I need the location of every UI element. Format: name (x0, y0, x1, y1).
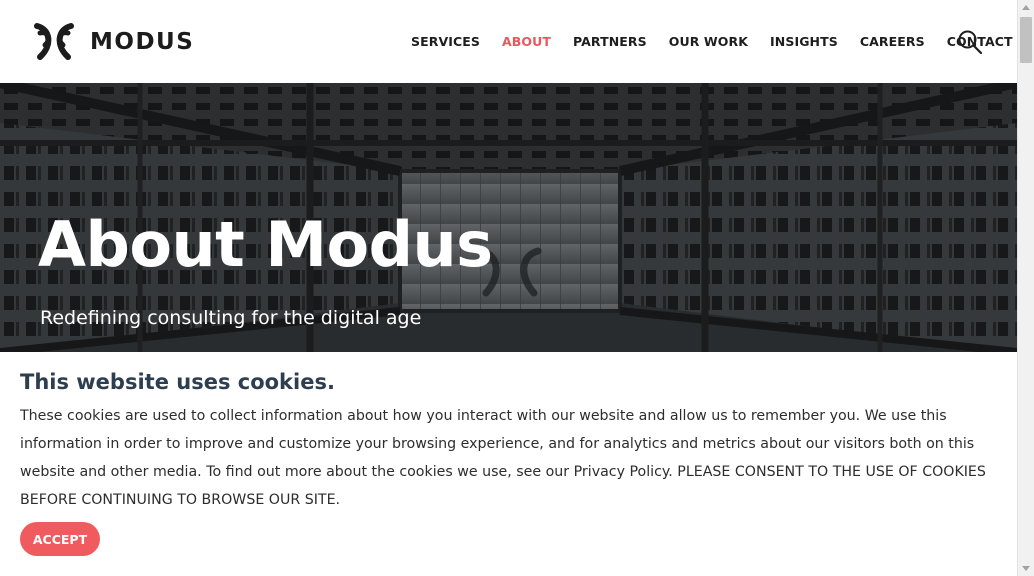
scroll-down-arrow-icon[interactable] (1022, 566, 1030, 571)
scroll-up-arrow-icon[interactable] (1022, 5, 1030, 10)
page: MODUS SERVICES ABOUT PARTNERS OUR WORK I… (0, 0, 1034, 576)
search-icon[interactable] (956, 28, 984, 56)
nav-item-careers[interactable]: CAREERS (849, 34, 936, 49)
main-nav: SERVICES ABOUT PARTNERS OUR WORK INSIGHT… (400, 0, 1024, 83)
site-header: MODUS SERVICES ABOUT PARTNERS OUR WORK I… (0, 0, 1017, 83)
cookie-banner-title: This website uses cookies. (20, 370, 335, 394)
accept-cookies-button[interactable]: ACCEPT (20, 522, 100, 556)
nav-item-insights[interactable]: INSIGHTS (759, 34, 849, 49)
nav-item-services[interactable]: SERVICES (400, 34, 491, 49)
cookie-banner: This website uses cookies. These cookies… (0, 352, 1017, 576)
modus-logo-icon (34, 23, 74, 60)
logo-text: MODUS (90, 29, 195, 55)
scrollbar-thumb[interactable] (1020, 17, 1032, 63)
nav-item-our-work[interactable]: OUR WORK (658, 34, 759, 49)
logo-link[interactable]: MODUS (34, 22, 194, 62)
cookie-banner-text: These cookies are used to collect inform… (20, 408, 986, 508)
hero-banner: About Modus Redefining consulting for th… (0, 83, 1017, 352)
page-scrollbar[interactable] (1017, 0, 1034, 576)
nav-item-partners[interactable]: PARTNERS (562, 34, 658, 49)
page-title: About Modus (38, 208, 493, 281)
nav-item-about[interactable]: ABOUT (491, 34, 562, 49)
page-subtitle: Redefining consulting for the digital ag… (40, 307, 422, 329)
